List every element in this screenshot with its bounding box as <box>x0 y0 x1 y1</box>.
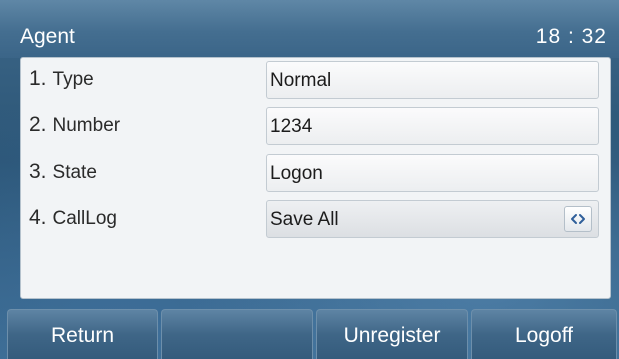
row-label: State <box>52 162 97 183</box>
type-label: 1. Type <box>29 66 94 93</box>
clock: 18 : 32 <box>535 25 607 48</box>
type-field[interactable]: Normal <box>266 61 599 99</box>
left-right-arrows-icon <box>571 214 585 224</box>
calllog-row: 4. CallLog Save All <box>21 197 610 238</box>
type-value: Normal <box>270 70 332 91</box>
type-row: 1. Type Normal <box>21 58 610 99</box>
row-label: Number <box>52 115 121 136</box>
state-value: Logon <box>270 163 323 184</box>
calllog-label: 4. CallLog <box>29 205 117 232</box>
return-softkey[interactable]: Return <box>7 309 158 359</box>
empty-softkey[interactable] <box>161 309 313 359</box>
calllog-value: Save All <box>270 209 339 230</box>
number-row: 2. Number 1234 <box>21 104 610 145</box>
row-number: 2. <box>29 113 47 136</box>
unregister-softkey[interactable]: Unregister <box>316 309 468 359</box>
row-number: 3. <box>29 160 47 183</box>
row-number: 1. <box>29 67 47 90</box>
row-label: CallLog <box>52 208 117 229</box>
logoff-softkey[interactable]: Logoff <box>471 309 617 359</box>
number-field[interactable]: 1234 <box>266 107 599 145</box>
row-label: Type <box>52 69 94 90</box>
phone-screen: Agent 18 : 32 1. Type Normal 2. Number 123… <box>0 0 619 359</box>
state-label: 3. State <box>29 159 97 186</box>
title-bar: Agent 18 : 32 <box>0 0 619 58</box>
calllog-select[interactable]: Save All <box>266 200 599 238</box>
agent-settings-panel: 1. Type Normal 2. Number 1234 3. State Logo… <box>20 57 611 299</box>
row-number: 4. <box>29 206 47 229</box>
number-value: 1234 <box>270 116 313 137</box>
state-row: 3. State Logon <box>21 151 610 192</box>
softkey-bar: Return Unregister Logoff <box>0 309 619 359</box>
number-label: 2. Number <box>29 112 120 139</box>
page-title: Agent <box>20 25 75 48</box>
state-field[interactable]: Logon <box>266 154 599 192</box>
switch-arrows-icon[interactable] <box>564 206 592 232</box>
